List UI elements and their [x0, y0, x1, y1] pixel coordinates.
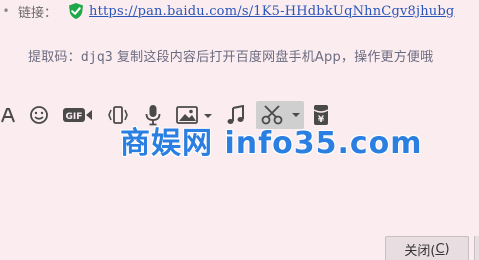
- emoji-icon: [30, 106, 48, 124]
- svg-text:GIF: GIF: [66, 112, 83, 122]
- send-button-edge[interactable]: [474, 236, 479, 260]
- font-button[interactable]: [0, 101, 16, 129]
- emoji-button[interactable]: [28, 101, 50, 129]
- site-watermark: 商娱网 info35.com: [120, 126, 423, 161]
- gif-button[interactable]: GIF: [62, 101, 94, 129]
- instruction-text: 复制这段内容后打开百度网盘手机App，操作更方便哦: [116, 50, 434, 65]
- link-label: 链接：: [18, 5, 58, 21]
- share-link-row: • 链接： https://pan.baidu.com/s/1K5-HHdbkU…: [0, 2, 454, 21]
- extraction-code-row: 提取码：djq3 复制这段内容后打开百度网盘手机App，操作更方便哦: [28, 46, 433, 65]
- share-url-link[interactable]: https://pan.baidu.com/s/1K5-HHdbkUqNhnCg…: [89, 4, 454, 19]
- code-label: 提取码：: [28, 50, 81, 65]
- gif-icon: GIF: [63, 108, 92, 122]
- extraction-code: djq3: [80, 50, 113, 65]
- font-icon: [1, 108, 15, 123]
- close-label: 关闭(: [404, 244, 436, 259]
- close-suffix: ): [444, 242, 450, 257]
- close-button[interactable]: 关闭(C): [385, 236, 469, 260]
- close-hotkey: C: [435, 242, 445, 257]
- bullet: •: [2, 4, 10, 18]
- verified-shield-icon: [67, 2, 85, 20]
